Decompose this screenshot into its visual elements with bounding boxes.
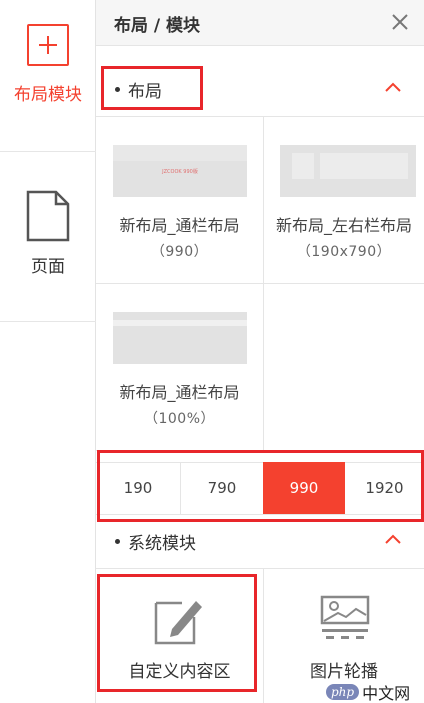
- layout-thumbnail: [280, 145, 416, 197]
- section-label: 系统模块: [128, 533, 196, 554]
- watermark: php 中文网: [326, 680, 410, 703]
- image-carousel-icon: [320, 595, 370, 639]
- layout-card-title: 新布局_通栏布局: [119, 216, 240, 235]
- plus-square-icon: [27, 24, 69, 66]
- panel-header: 布局 / 模块: [96, 0, 424, 46]
- layout-module-panel: 布局 / 模块 布局 JZCOOK 990版 新布局_通栏布局 （990） 新布…: [96, 0, 424, 703]
- document-icon: [26, 190, 70, 242]
- rail-item-page[interactable]: 页面: [0, 152, 96, 322]
- module-card-custom-content[interactable]: 自定义内容区: [96, 569, 263, 703]
- layout-thumbnail: [113, 312, 247, 364]
- layout-card-subtitle: （100%）: [143, 411, 216, 427]
- width-option-190[interactable]: 190: [96, 462, 180, 514]
- layout-card[interactable]: 新布局_通栏布局 （100%）: [96, 284, 263, 450]
- divider: [96, 514, 424, 515]
- layout-card-subtitle: （190x790）: [296, 244, 392, 260]
- bullet-icon: [115, 538, 120, 544]
- width-option-790[interactable]: 790: [181, 462, 263, 514]
- layout-card-title: 新布局_左右栏布局: [275, 216, 412, 235]
- divider: [96, 450, 424, 451]
- width-option-1920[interactable]: 1920: [345, 462, 424, 514]
- module-label: 图片轮播: [310, 662, 378, 682]
- edit-icon: [154, 601, 202, 645]
- left-rail: 布局模块 页面: [0, 0, 96, 703]
- layout-card[interactable]: 新布局_左右栏布局 （190x790）: [264, 117, 424, 283]
- close-icon[interactable]: [390, 12, 410, 32]
- rail-item-label: 布局模块: [14, 85, 82, 105]
- chevron-up-icon[interactable]: [384, 81, 402, 93]
- watermark-badge: php: [326, 684, 360, 700]
- chevron-up-icon[interactable]: [384, 533, 402, 545]
- thumbnail-caption: JZCOOK 990版: [161, 168, 198, 175]
- section-label: 布局: [128, 81, 162, 102]
- section-header-system-modules[interactable]: 系统模块: [96, 518, 424, 564]
- section-header-layout[interactable]: 布局: [96, 66, 424, 112]
- module-label: 自定义内容区: [128, 662, 231, 682]
- width-option-990[interactable]: 990: [263, 462, 345, 514]
- layout-card-subtitle: （990）: [150, 244, 209, 260]
- layout-card[interactable]: JZCOOK 990版 新布局_通栏布局 （990）: [96, 117, 263, 283]
- layout-card-title: 新布局_通栏布局: [119, 383, 240, 402]
- rail-item-label: 页面: [31, 257, 65, 277]
- bullet-icon: [115, 86, 120, 92]
- layout-thumbnail: JZCOOK 990版: [113, 145, 247, 197]
- panel-title: 布局 / 模块: [114, 16, 201, 36]
- rail-item-layout-modules[interactable]: 布局模块: [0, 0, 96, 152]
- watermark-text: 中文网: [362, 684, 411, 703]
